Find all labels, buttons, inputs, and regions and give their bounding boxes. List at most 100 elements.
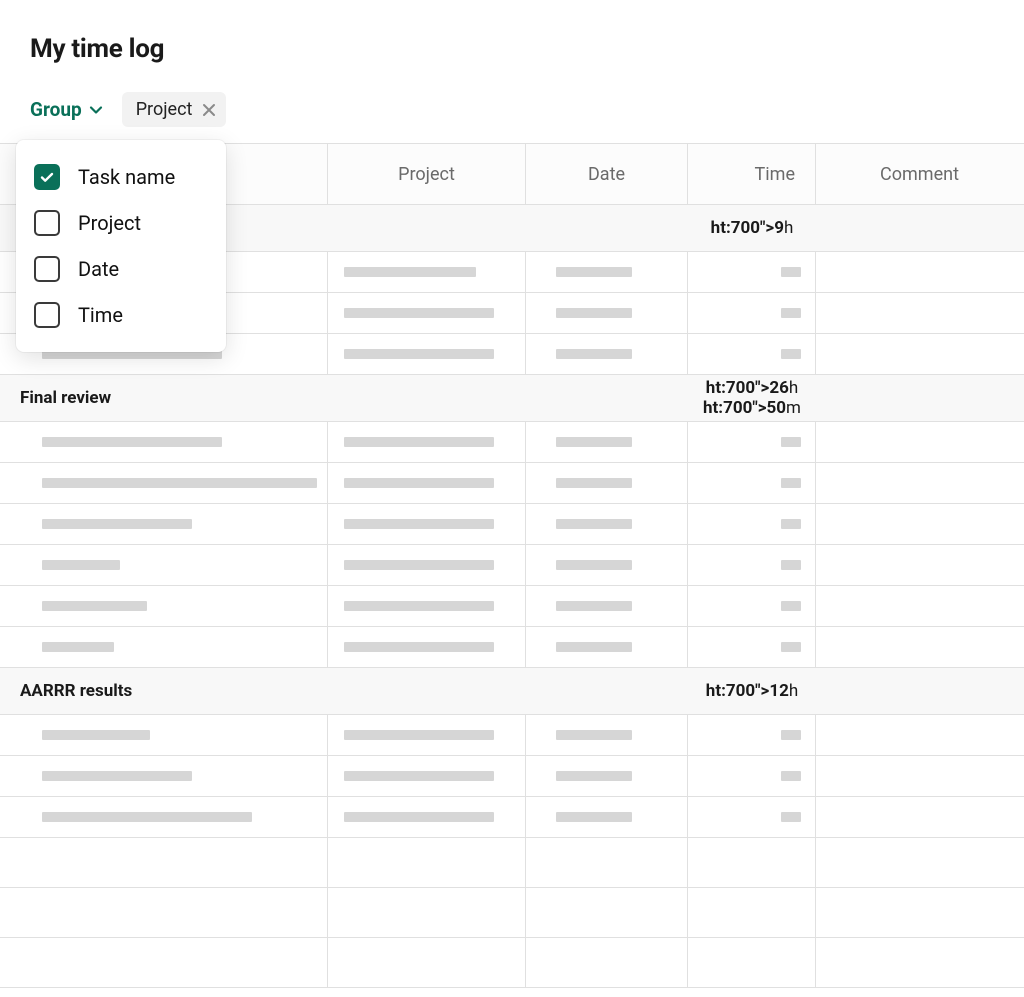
placeholder-text bbox=[344, 437, 494, 447]
group-option[interactable]: Time bbox=[16, 292, 226, 338]
table-cell bbox=[688, 756, 816, 796]
table-cell bbox=[328, 504, 526, 544]
table-cell bbox=[328, 797, 526, 837]
table-cell bbox=[0, 715, 328, 755]
table-cell bbox=[526, 334, 688, 374]
placeholder-text bbox=[42, 601, 147, 611]
placeholder-text bbox=[556, 267, 632, 277]
group-dropdown-button[interactable]: Group bbox=[30, 98, 104, 121]
placeholder-text bbox=[781, 437, 801, 447]
table-row-empty bbox=[0, 938, 1024, 988]
table-cell bbox=[526, 715, 688, 755]
table-cell bbox=[816, 504, 1023, 544]
table-cell bbox=[816, 888, 1023, 937]
table-cell bbox=[328, 293, 526, 333]
table-cell bbox=[816, 422, 1023, 462]
table-cell bbox=[0, 838, 328, 887]
placeholder-text bbox=[781, 560, 801, 570]
table-cell bbox=[0, 627, 328, 667]
table-cell bbox=[816, 293, 1023, 333]
close-icon[interactable] bbox=[202, 103, 216, 117]
table-cell bbox=[0, 888, 328, 937]
placeholder-text bbox=[42, 560, 120, 570]
group-total-time: ht:700">12h bbox=[688, 681, 816, 701]
table-row-empty bbox=[0, 838, 1024, 888]
table-row[interactable] bbox=[0, 545, 1024, 586]
table-cell bbox=[526, 756, 688, 796]
table-cell bbox=[328, 627, 526, 667]
table-cell bbox=[526, 504, 688, 544]
col-header-date[interactable]: Date bbox=[526, 144, 688, 204]
group-option[interactable]: Project bbox=[16, 200, 226, 246]
placeholder-text bbox=[344, 642, 494, 652]
col-header-time[interactable]: Time bbox=[688, 144, 816, 204]
table-cell bbox=[816, 756, 1023, 796]
checkbox-icon[interactable] bbox=[34, 256, 60, 282]
placeholder-text bbox=[781, 519, 801, 529]
placeholder-text bbox=[781, 642, 801, 652]
toolbar: Group Project bbox=[0, 92, 1024, 143]
placeholder-text bbox=[344, 560, 494, 570]
checkbox-icon[interactable] bbox=[34, 302, 60, 328]
placeholder-text bbox=[344, 812, 494, 822]
table-cell bbox=[688, 938, 816, 987]
group-total-time: ht:700">9h bbox=[688, 218, 816, 238]
col-header-comment[interactable]: Comment bbox=[816, 144, 1023, 204]
table-cell bbox=[688, 252, 816, 292]
group-label: Group bbox=[30, 98, 82, 121]
group-row[interactable]: Final reviewht:700">26h ht:700">50m bbox=[0, 375, 1024, 422]
table-row[interactable] bbox=[0, 715, 1024, 756]
group-option[interactable]: Task name bbox=[16, 154, 226, 200]
group-option[interactable]: Date bbox=[16, 246, 226, 292]
table-cell bbox=[816, 838, 1023, 887]
table-cell bbox=[816, 545, 1023, 585]
table-row-empty bbox=[0, 888, 1024, 938]
table-cell bbox=[816, 627, 1023, 667]
table-row[interactable] bbox=[0, 797, 1024, 838]
table-cell bbox=[328, 715, 526, 755]
table-row[interactable] bbox=[0, 586, 1024, 627]
table-cell bbox=[816, 938, 1023, 987]
table-cell bbox=[688, 797, 816, 837]
filter-chip-project[interactable]: Project bbox=[122, 92, 227, 127]
table-row[interactable] bbox=[0, 504, 1024, 545]
checkbox-icon[interactable] bbox=[34, 210, 60, 236]
table-cell bbox=[0, 756, 328, 796]
table-cell bbox=[0, 463, 328, 503]
col-header-project[interactable]: Project bbox=[328, 144, 526, 204]
table-cell bbox=[526, 463, 688, 503]
placeholder-text bbox=[556, 308, 632, 318]
chevron-down-icon bbox=[88, 102, 104, 118]
group-dropdown-menu: Task name ProjectDate Time bbox=[16, 140, 226, 352]
table-cell bbox=[688, 422, 816, 462]
table-row[interactable] bbox=[0, 463, 1024, 504]
placeholder-text bbox=[556, 560, 632, 570]
table-cell bbox=[328, 756, 526, 796]
placeholder-text bbox=[344, 267, 476, 277]
placeholder-text bbox=[556, 601, 632, 611]
group-label: Final review bbox=[0, 388, 688, 408]
page-title: My time log bbox=[0, 34, 1024, 92]
placeholder-text bbox=[556, 812, 632, 822]
table-cell bbox=[328, 586, 526, 626]
placeholder-text bbox=[556, 730, 632, 740]
table-row[interactable] bbox=[0, 756, 1024, 797]
table-row[interactable] bbox=[0, 422, 1024, 463]
table-cell bbox=[0, 586, 328, 626]
placeholder-text bbox=[344, 478, 494, 488]
placeholder-text bbox=[781, 478, 801, 488]
table-cell bbox=[816, 797, 1023, 837]
placeholder-text bbox=[781, 349, 801, 359]
table-row[interactable] bbox=[0, 627, 1024, 668]
placeholder-text bbox=[42, 730, 150, 740]
table-cell bbox=[816, 334, 1023, 374]
table-cell bbox=[526, 627, 688, 667]
table-cell bbox=[816, 715, 1023, 755]
group-row[interactable]: AARRR resultsht:700">12h bbox=[0, 668, 1024, 715]
group-total-time: ht:700">26h ht:700">50m bbox=[688, 378, 816, 418]
group-option-label: Task name bbox=[78, 165, 175, 189]
group-option-label: Time bbox=[78, 303, 123, 327]
placeholder-text bbox=[781, 267, 801, 277]
checkbox-icon[interactable] bbox=[34, 164, 60, 190]
table-cell bbox=[688, 627, 816, 667]
